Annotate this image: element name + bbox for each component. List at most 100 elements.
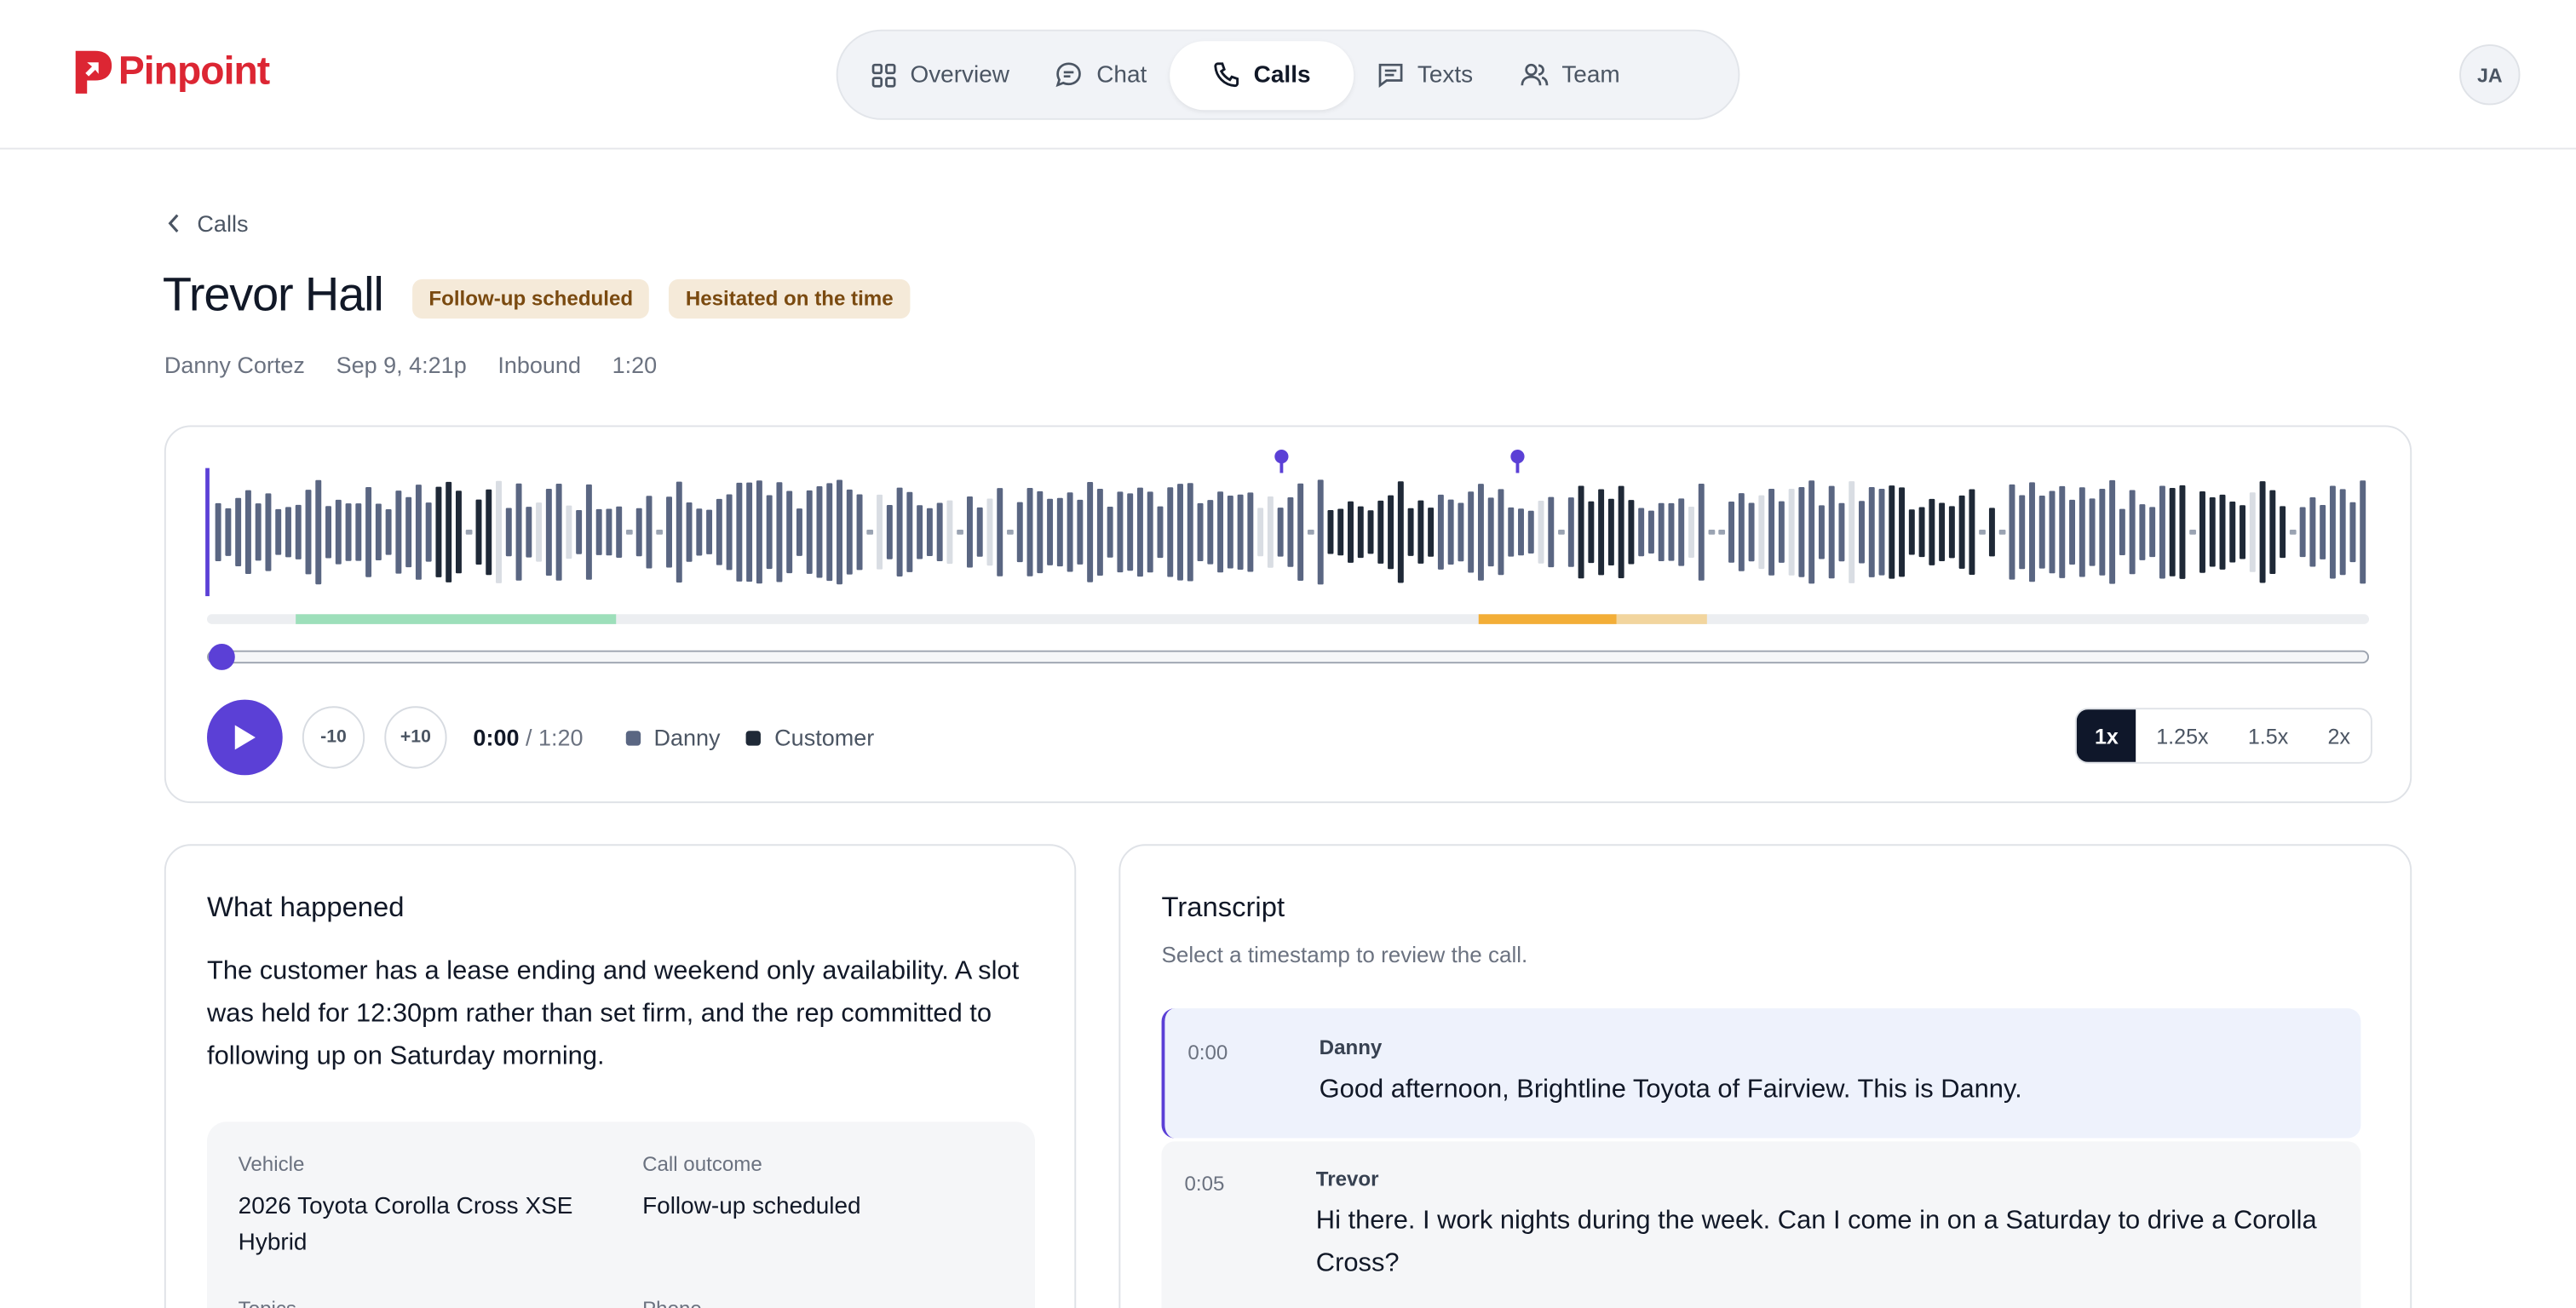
speed-option-2x[interactable]: 2x [2308, 709, 2370, 762]
highlight-segment[interactable] [296, 614, 616, 624]
waveform-bar [305, 490, 312, 575]
nav-tab-chat[interactable]: Chat [1032, 40, 1170, 109]
waveform-bar [1778, 501, 1785, 563]
waveform-bar [676, 481, 682, 583]
waveform-bar [486, 489, 492, 576]
skip-forward-button[interactable]: +10 [384, 706, 447, 769]
grid-icon [871, 62, 896, 87]
waveform-bar [536, 502, 543, 562]
back-to-calls-link[interactable]: Calls [164, 210, 248, 237]
transcript-line[interactable]: 0:05 Trevor Hi there. I work nights duri… [1161, 1141, 2361, 1308]
waveform-bar [706, 509, 713, 554]
waveform-bar [606, 508, 612, 556]
waveform-bar [1067, 492, 1073, 572]
waveform-bar [2209, 496, 2216, 567]
waveform-bar [2269, 490, 2276, 575]
legend-swatch [625, 730, 641, 745]
total-time: 1:20 [538, 724, 584, 751]
waveform-bar [1117, 491, 1124, 573]
waveform-bar [906, 491, 913, 572]
waveform-bar [405, 496, 412, 568]
transcript-timestamp[interactable]: 0:00 [1187, 1041, 1228, 1064]
waveform-bar [1527, 510, 1534, 554]
nav-tab-team[interactable]: Team [1496, 40, 1643, 109]
highlight-segment[interactable] [1616, 614, 1708, 624]
status-badge: Follow-up scheduled [412, 278, 650, 319]
transcript-line[interactable]: 0:00 Danny Good afternoon, Brightline To… [1161, 1008, 2361, 1139]
legend-swatch [746, 730, 762, 745]
audio-waveform[interactable] [205, 447, 2371, 608]
waveform-bar [796, 508, 802, 556]
call-date: Sep 9, 4:21p [336, 351, 467, 378]
waveform-bar [766, 495, 773, 570]
chat-bubble-icon [1056, 62, 1082, 88]
fact-value: 2026 Toyota Corolla Cross XSE Hybrid [238, 1194, 573, 1257]
waveform-bar [275, 508, 282, 555]
fact-topics: Topics [239, 1298, 296, 1308]
nav-tab-texts[interactable]: Texts [1354, 40, 1496, 109]
waveform-bar [385, 509, 392, 555]
waveform-bar [1508, 507, 1515, 557]
speed-option-1-5x[interactable]: 1.5x [2228, 709, 2309, 762]
waveform-bar [1498, 489, 1504, 576]
top-header: Pinpoint Overview Chat Calls Texts Team … [0, 0, 2576, 150]
waveform-bar [2029, 482, 2035, 582]
waveform-bar [1598, 489, 1605, 576]
waveform-bar [2089, 498, 2096, 566]
time-readout: 0:00 / 1:20 [473, 724, 584, 751]
nav-tab-calls[interactable]: Calls [1170, 40, 1354, 110]
waveform-bar [2019, 495, 2026, 570]
moment-marker[interactable] [1274, 450, 1289, 473]
play-button[interactable] [207, 699, 283, 776]
waveform-bar [846, 489, 853, 575]
waveform-bar [837, 479, 842, 585]
users-icon [1520, 63, 1548, 86]
waveform-bar [986, 498, 993, 566]
waveform-bar [1096, 488, 1103, 576]
waveform-bar [1187, 483, 1193, 582]
scrubber-handle[interactable] [208, 644, 235, 670]
play-icon [234, 725, 256, 750]
waveform-bar [2119, 508, 2125, 556]
call-rep: Danny Cortez [164, 351, 305, 378]
waveform-bar [1808, 480, 1815, 584]
waveform-bar [1889, 485, 1895, 579]
page-title: Trevor Hall [162, 269, 384, 323]
waveform-bar [1868, 487, 1875, 577]
waveform-bar [1077, 499, 1084, 565]
transcript-timestamp[interactable]: 0:05 [1185, 1173, 1225, 1196]
speed-option-1-25x[interactable]: 1.25x [2136, 709, 2228, 762]
highlight-segment[interactable] [1478, 614, 1617, 624]
moment-marker[interactable] [1510, 450, 1525, 473]
waveform-bar [1558, 529, 1565, 535]
playback-scrubber[interactable] [207, 644, 2370, 670]
waveform-bar [496, 480, 502, 583]
waveform-bar [2059, 485, 2066, 578]
transcript-card: Transcript Select a timestamp to review … [1118, 844, 2412, 1308]
user-avatar[interactable]: JA [2459, 44, 2521, 106]
waveform-bar [917, 505, 923, 559]
waveform-bar [997, 488, 1003, 577]
waveform-bar [1969, 489, 1975, 576]
waveform-bar [976, 507, 983, 557]
waveform-bar [1828, 485, 1835, 579]
waveform-bar [926, 508, 933, 557]
brand-logo[interactable]: Pinpoint [72, 49, 270, 95]
waveform-bar [1367, 510, 1374, 554]
waveform-bar [2349, 502, 2356, 563]
waveform-bar [1257, 508, 1264, 557]
waveform-bar [1277, 508, 1284, 557]
nav-tab-overview[interactable]: Overview [848, 40, 1032, 109]
fact-phone: Phone [642, 1298, 702, 1308]
nav-tab-label: Calls [1253, 61, 1311, 89]
waveform-bar [566, 505, 572, 559]
waveform-bar [1026, 487, 1033, 577]
speed-option-1x[interactable]: 1x [2076, 709, 2137, 762]
skip-back-button[interactable]: -10 [302, 706, 365, 769]
legend-customer: Customer [746, 725, 874, 750]
waveform-bar [1818, 505, 1825, 559]
waveform-bar [2099, 488, 2106, 576]
waveform-bar [2320, 505, 2326, 559]
fact-label: Topics [239, 1298, 296, 1308]
waveform-bar [585, 484, 592, 580]
